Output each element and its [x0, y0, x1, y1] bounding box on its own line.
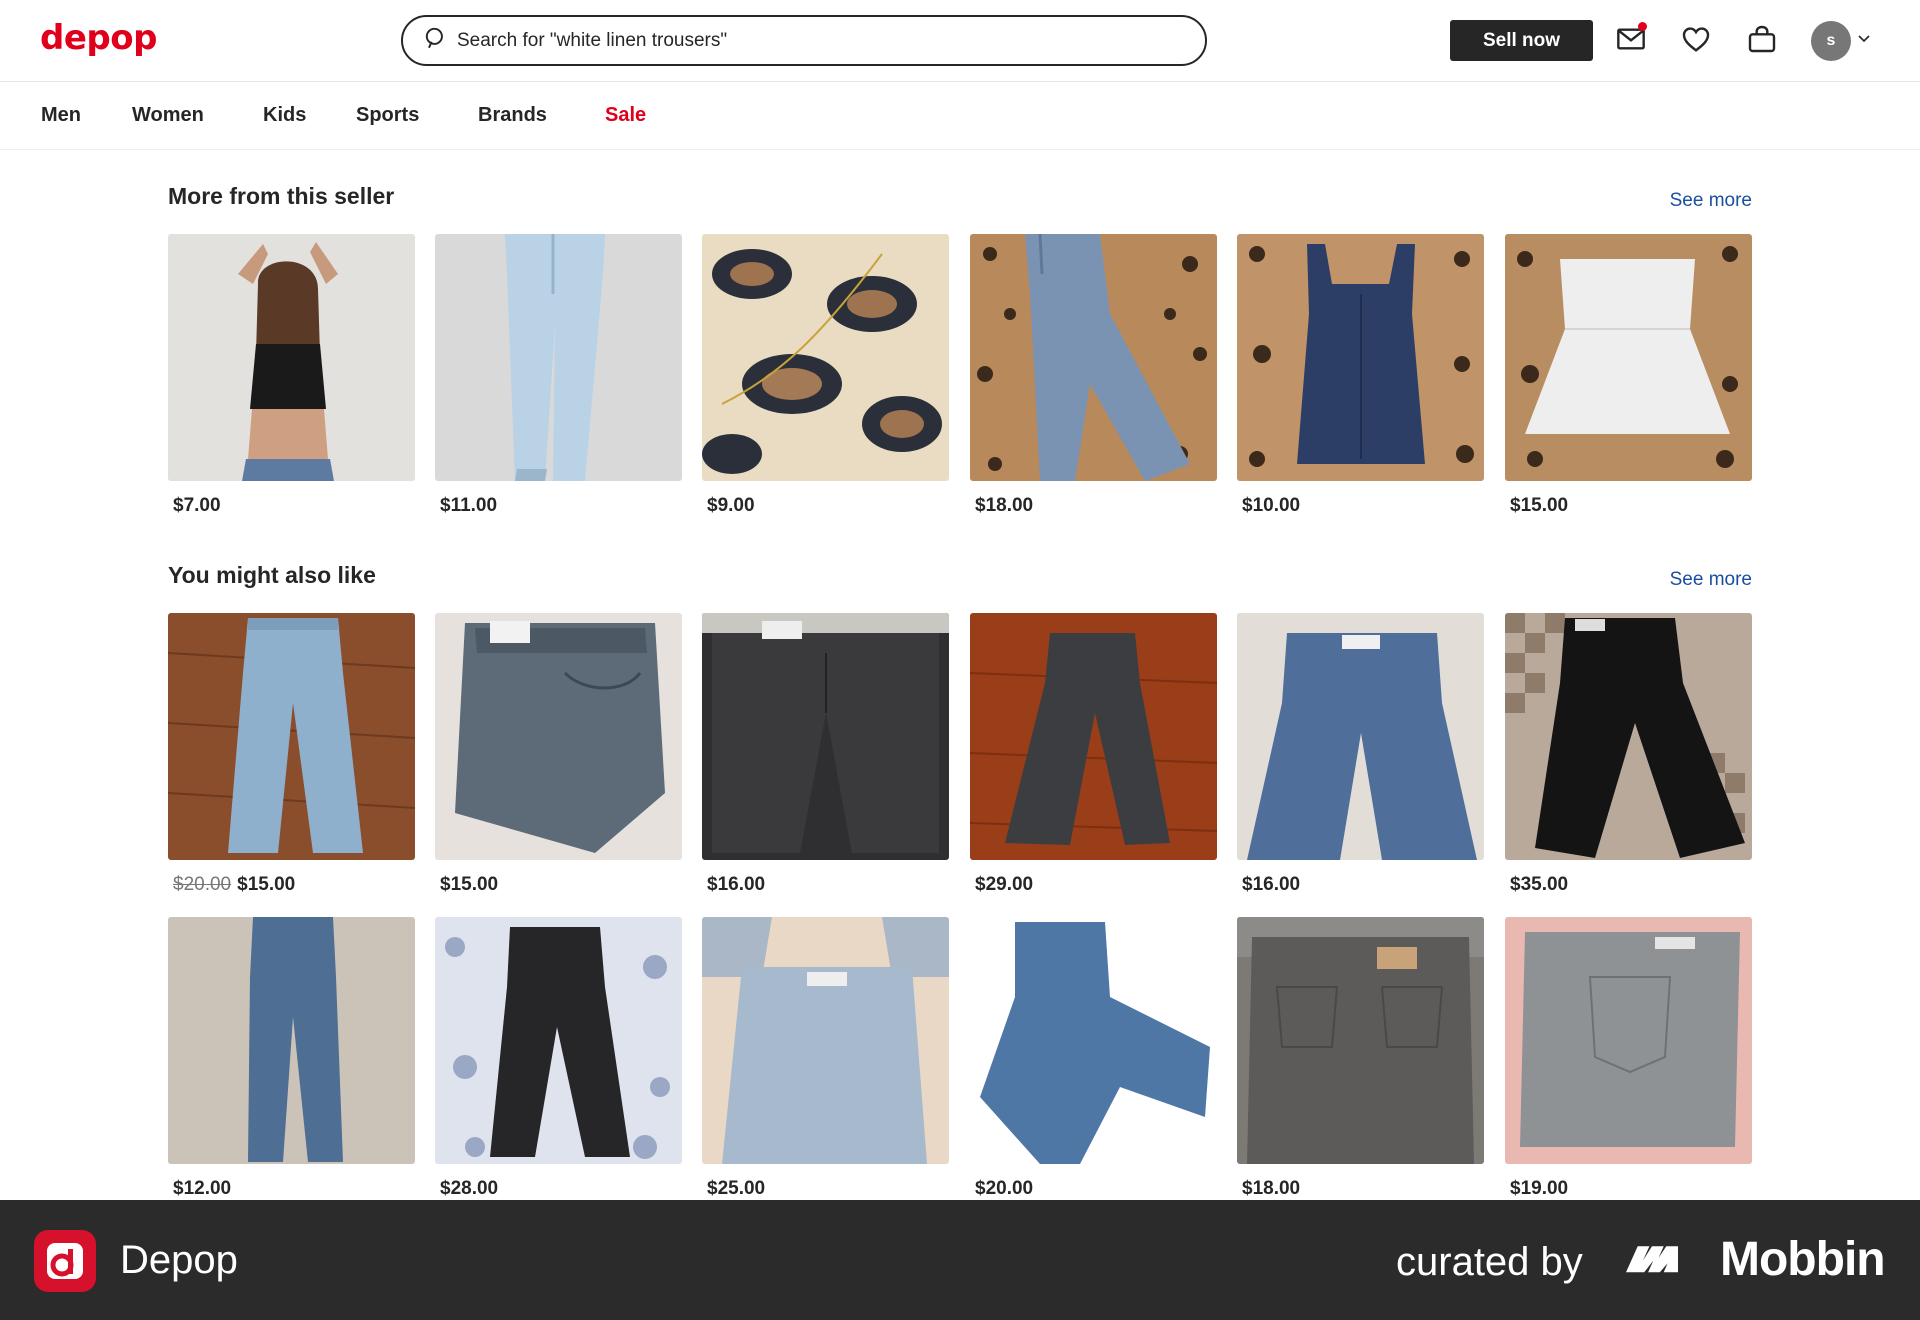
inbox-button[interactable] [1614, 22, 1648, 56]
curated-by-label: curated by [1396, 1240, 1583, 1284]
product-image [168, 917, 415, 1164]
product-card[interactable]: $10.00 [1237, 234, 1484, 517]
product-price: $15.00 [1510, 495, 1569, 516]
product-price: $18.00 [1242, 1178, 1301, 1199]
notification-dot [1638, 22, 1647, 31]
product-price: $29.00 [975, 874, 1034, 895]
nav-kids[interactable]: Kids [263, 104, 306, 127]
category-nav: Men Women Kids Sports Brands Sale [0, 82, 1920, 150]
likes-button[interactable] [1679, 22, 1713, 56]
product-image [435, 613, 682, 860]
sale-price: $15.00 [237, 874, 296, 895]
product-price: $7.00 [173, 495, 221, 516]
product-card[interactable]: $25.00 [702, 917, 949, 1200]
app-name: Depop [120, 1238, 238, 1282]
product-image [1237, 613, 1484, 860]
product-image [168, 234, 415, 481]
product-image [1505, 234, 1752, 481]
product-card[interactable]: $16.00 [702, 613, 949, 896]
product-card[interactable]: $12.00 [168, 917, 415, 1200]
seller-section-title: More from this seller [168, 183, 395, 209]
nav-sale[interactable]: Sale [605, 104, 646, 127]
original-price: $20.00 [173, 874, 232, 895]
product-image [702, 613, 949, 860]
product-price: $9.00 [707, 495, 755, 516]
product-image [702, 917, 949, 1164]
product-image [435, 234, 682, 481]
product-price: $20.00 $15.00 [168, 874, 415, 896]
nav-men[interactable]: Men [41, 104, 81, 127]
product-image [1237, 917, 1484, 1164]
search-input[interactable] [457, 29, 1177, 52]
heart-icon [1682, 27, 1710, 52]
product-price: $25.00 [707, 1178, 766, 1199]
mobbin-brand: Mobbin [1720, 1233, 1886, 1286]
product-image [702, 234, 949, 481]
product-price: $12.00 [173, 1178, 232, 1199]
nav-women[interactable]: Women [132, 104, 204, 127]
product-card[interactable]: $9.00 [702, 234, 949, 517]
product-price: $15.00 [440, 874, 499, 895]
product-card[interactable]: $11.00 [435, 234, 682, 517]
product-price: $20.00 [975, 1178, 1034, 1199]
mobbin-logo-icon [1626, 1246, 1678, 1273]
search-bar[interactable] [401, 15, 1207, 66]
product-image [970, 917, 1217, 1164]
footer-bar: Depop curated by Mobbin [0, 1200, 1920, 1320]
product-price: $19.00 [1510, 1178, 1569, 1199]
product-card[interactable]: $16.00 [1237, 613, 1484, 896]
product-price: $16.00 [1242, 874, 1301, 895]
product-card[interactable]: $15.00 [1505, 234, 1752, 517]
top-header: depop Sell now s [0, 0, 1920, 82]
sell-now-button[interactable]: Sell now [1450, 20, 1593, 61]
product-image [1237, 234, 1484, 481]
nav-brands[interactable]: Brands [478, 104, 547, 127]
avatar[interactable]: s [1811, 21, 1851, 61]
nav-sports[interactable]: Sports [356, 104, 419, 127]
product-image [1505, 613, 1752, 860]
shopping-bag-icon [1748, 25, 1776, 53]
product-card[interactable]: $29.00 [970, 613, 1217, 896]
depop-logo[interactable]: depop [40, 18, 157, 58]
seller-see-more-link[interactable]: See more [1670, 190, 1752, 212]
product-card[interactable]: $7.00 [168, 234, 415, 517]
product-card[interactable]: $18.00 [1237, 917, 1484, 1200]
depop-app-icon [34, 1230, 96, 1292]
chevron-down-icon[interactable] [1856, 30, 1872, 46]
product-card[interactable]: $20.00 $15.00 [168, 613, 415, 896]
bag-button[interactable] [1745, 22, 1779, 56]
product-card[interactable]: $15.00 [435, 613, 682, 896]
product-image [970, 613, 1217, 860]
product-card[interactable]: $20.00 [970, 917, 1217, 1200]
product-image [168, 613, 415, 860]
search-icon [423, 25, 457, 56]
product-price: $28.00 [440, 1178, 499, 1199]
product-card[interactable]: $35.00 [1505, 613, 1752, 896]
product-image [435, 917, 682, 1164]
product-price: $18.00 [975, 495, 1034, 516]
product-price: $16.00 [707, 874, 766, 895]
product-image [1505, 917, 1752, 1164]
product-price: $10.00 [1242, 495, 1301, 516]
suggest-see-more-link[interactable]: See more [1670, 569, 1752, 591]
product-price: $11.00 [440, 495, 498, 516]
suggest-section-title: You might also like [168, 562, 376, 588]
product-price: $35.00 [1510, 874, 1569, 895]
product-card[interactable]: $28.00 [435, 917, 682, 1200]
product-card[interactable]: $18.00 [970, 234, 1217, 517]
product-image [970, 234, 1217, 481]
product-card[interactable]: $19.00 [1505, 917, 1752, 1200]
